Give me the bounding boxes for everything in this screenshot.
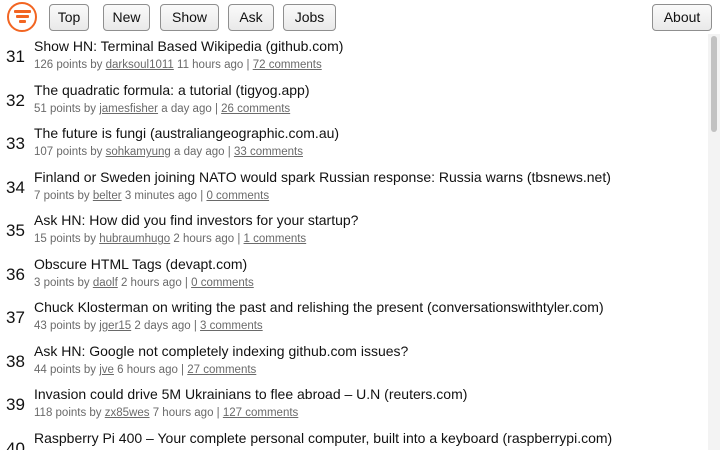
list-item: 33 The future is fungi (australiangeogra… — [0, 121, 708, 165]
list-item: 36 Obscure HTML Tags (devapt.com) 3 poin… — [0, 252, 708, 296]
list-item: 38 Ask HN: Google not completely indexin… — [0, 339, 708, 383]
story-points: 107 points by — [34, 146, 103, 158]
story-title-link[interactable]: Ask HN: How did you find investors for y… — [34, 212, 358, 228]
story-meta: 7 points by belter 3 minutes ago | 0 com… — [34, 190, 269, 202]
list-item: 37 Chuck Klosterman on writing the past … — [0, 295, 708, 339]
story-time: 2 hours ago | — [173, 233, 241, 245]
story-rank: 38 — [6, 351, 25, 371]
nav-about-button[interactable]: About — [652, 4, 712, 31]
story-points: 3 points by — [34, 276, 90, 289]
story-comments-link[interactable]: 1 comments — [244, 233, 307, 245]
story-time: 2 days ago | — [134, 320, 197, 332]
story-points: 43 points by — [34, 320, 97, 332]
list-item: 34 Finland or Sweden joining NATO would … — [0, 165, 708, 209]
story-user-link[interactable]: sohkamyung — [106, 146, 171, 158]
story-meta: 118 points by zx85wes 7 hours ago | 127 … — [34, 407, 298, 419]
story-comments-link[interactable]: 33 comments — [234, 146, 303, 158]
story-meta: 3 points by daolf 2 hours ago | 0 commen… — [34, 277, 254, 289]
story-title-link[interactable]: Chuck Klosterman on writing the past and… — [34, 299, 604, 315]
nav-jobs-button[interactable]: Jobs — [283, 4, 336, 31]
story-title-link[interactable]: The quadratic formula: a tutorial (tigyo… — [34, 82, 309, 98]
story-title-link[interactable]: Ask HN: Google not completely indexing g… — [34, 343, 408, 359]
story-time: 3 minutes ago | — [124, 189, 204, 202]
logo-icon[interactable] — [7, 2, 37, 32]
story-comments-link[interactable]: 0 comments — [206, 190, 269, 202]
story-user-link[interactable]: daolf — [93, 277, 118, 289]
story-meta: 107 points by sohkamyung a day ago | 33 … — [34, 146, 303, 158]
story-comments-link[interactable]: 26 comments — [221, 103, 290, 115]
story-user-link[interactable]: jger15 — [99, 320, 131, 332]
story-title-link[interactable]: Obscure HTML Tags (devapt.com) — [34, 256, 247, 272]
nav-top-button[interactable]: Top — [49, 4, 89, 31]
story-meta: 43 points by jger15 2 days ago | 3 comme… — [34, 320, 263, 332]
story-time: 7 hours ago | — [152, 407, 220, 419]
story-time: a day ago | — [161, 102, 218, 115]
story-rank: 32 — [6, 90, 25, 110]
story-points: 126 points by — [34, 59, 103, 71]
story-meta: 15 points by hubraumhugo 2 hours ago | 1… — [34, 233, 306, 245]
story-user-link[interactable]: darksoul1011 — [106, 59, 174, 71]
story-time: 11 hours ago | — [177, 59, 250, 71]
story-title-link[interactable]: Finland or Sweden joining NATO would spa… — [34, 169, 611, 185]
story-rank: 34 — [6, 177, 25, 197]
story-rank: 35 — [6, 221, 25, 240]
story-rank: 36 — [6, 264, 25, 284]
story-meta: 126 points by darksoul1011 11 hours ago … — [34, 59, 322, 71]
story-points: 7 points by — [34, 189, 90, 202]
story-meta: 44 points by jve 6 hours ago | 27 commen… — [34, 364, 256, 376]
story-comments-link[interactable]: 72 comments — [253, 59, 322, 71]
story-title-link[interactable]: Invasion could drive 5M Ukrainians to fl… — [34, 386, 467, 402]
story-comments-link[interactable]: 127 comments — [223, 407, 298, 419]
story-user-link[interactable]: zx85wes — [105, 407, 150, 419]
list-item: 32 The quadratic formula: a tutorial (ti… — [0, 78, 708, 122]
story-points: 44 points by — [34, 363, 97, 376]
story-time: 6 hours ago | — [117, 363, 185, 376]
scrollbar-thumb[interactable] — [711, 36, 717, 132]
vertical-scrollbar[interactable] — [708, 34, 720, 450]
list-item: 39 Invasion could drive 5M Ukrainians to… — [0, 382, 708, 426]
story-user-link[interactable]: belter — [93, 190, 122, 202]
story-points: 51 points by — [34, 102, 97, 115]
nav-show-button[interactable]: Show — [160, 4, 219, 31]
nav-ask-button[interactable]: Ask — [228, 4, 274, 31]
story-list: 31 Show HN: Terminal Based Wikipedia (gi… — [0, 34, 708, 450]
story-title-link[interactable]: The future is fungi (australiangeographi… — [34, 125, 339, 141]
story-title-link[interactable]: Raspberry Pi 400 – Your complete persona… — [34, 430, 612, 446]
story-title-link[interactable]: Show HN: Terminal Based Wikipedia (githu… — [34, 38, 343, 54]
list-item: 31 Show HN: Terminal Based Wikipedia (gi… — [0, 34, 708, 78]
story-rank: 37 — [6, 308, 25, 327]
story-user-link[interactable]: jamesfisher — [99, 103, 158, 115]
story-rank: 33 — [6, 134, 25, 153]
story-time: a day ago | — [174, 146, 231, 158]
story-user-link[interactable]: jve — [99, 364, 114, 376]
list-item: 40 Raspberry Pi 400 – Your complete pers… — [0, 426, 708, 450]
story-comments-link[interactable]: 27 comments — [187, 364, 256, 376]
story-comments-link[interactable]: 3 comments — [200, 320, 263, 332]
story-time: 2 hours ago | — [120, 276, 188, 289]
list-item: 35 Ask HN: How did you find investors fo… — [0, 208, 708, 252]
story-points: 15 points by — [34, 233, 97, 245]
story-rank: 40 — [6, 438, 25, 450]
story-user-link[interactable]: hubraumhugo — [99, 233, 170, 245]
nav-new-button[interactable]: New — [103, 4, 150, 31]
story-rank: 39 — [6, 395, 25, 414]
story-points: 118 points by — [34, 407, 102, 419]
story-comments-link[interactable]: 0 comments — [191, 277, 254, 289]
story-meta: 51 points by jamesfisher a day ago | 26 … — [34, 103, 290, 115]
story-rank: 31 — [6, 47, 25, 66]
top-nav-bar: Top New Show Ask Jobs About — [0, 0, 720, 34]
